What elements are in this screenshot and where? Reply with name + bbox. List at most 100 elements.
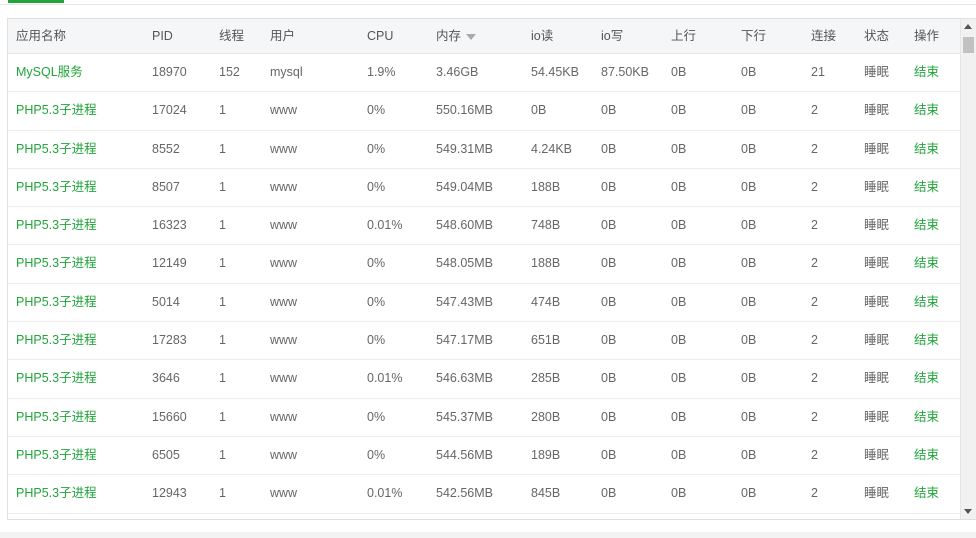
cell-cpu: 0.01% (367, 486, 403, 501)
col-upload[interactable]: 上行 (671, 19, 696, 53)
process-name-link[interactable]: PHP5.3子进程 (16, 322, 97, 359)
cell-cpu: 0% (367, 294, 386, 309)
cell-download: 0B (741, 103, 757, 118)
col-cpu[interactable]: CPU (367, 19, 393, 53)
cell-io-read: 0B (531, 103, 547, 118)
cell-connections: 2 (811, 218, 818, 233)
cell-connections: 2 (811, 333, 818, 348)
cell-io-write: 0B (601, 486, 617, 501)
col-io-write[interactable]: io写 (601, 19, 623, 53)
end-process-button[interactable]: 结束 (914, 169, 939, 206)
col-threads[interactable]: 线程 (219, 19, 244, 53)
col-download[interactable]: 下行 (741, 19, 766, 53)
cell-upload: 0B (671, 409, 687, 424)
cell-download: 0B (741, 294, 757, 309)
cell-pid: 16323 (152, 218, 187, 233)
process-name-link[interactable]: PHP5.3子进程 (16, 475, 97, 512)
end-process-button[interactable]: 结束 (914, 131, 939, 168)
table-row: PHP5.3子进程 17024 1 www 0% 550.16MB 0B 0B … (8, 92, 960, 131)
cell-memory: 546.63MB (436, 371, 493, 386)
cell-memory: 547.17MB (436, 333, 493, 348)
cell-user: mysql (270, 65, 303, 79)
table-row: PHP5.3子进程 15660 1 www 0% 545.37MB 280B 0… (8, 399, 960, 437)
col-connections[interactable]: 连接 (811, 19, 836, 53)
process-name-link[interactable]: PHP5.3子进程 (16, 245, 97, 282)
end-process-button[interactable]: 结束 (914, 399, 939, 436)
col-memory[interactable]: 内存 (436, 19, 477, 53)
cell-user: www (270, 179, 298, 194)
cell-cpu: 0% (367, 141, 386, 156)
end-process-button[interactable]: 结束 (914, 322, 939, 359)
cell-cpu: 0% (367, 409, 386, 424)
cell-upload: 0B (671, 179, 687, 194)
cell-download: 0B (741, 486, 757, 501)
cell-status: 睡眠 (864, 103, 890, 118)
cell-pid: 3646 (152, 371, 180, 386)
cell-pid: 5014 (152, 294, 180, 309)
end-process-button[interactable]: 结束 (914, 475, 939, 512)
scroll-down-icon[interactable] (964, 509, 972, 514)
cell-user: www (270, 294, 298, 309)
process-name-link[interactable]: PHP5.3子进程 (16, 399, 97, 436)
cell-connections: 2 (811, 447, 818, 462)
end-process-button[interactable]: 结束 (914, 92, 939, 129)
cell-cpu: 0.01% (367, 218, 403, 233)
cell-io-write: 0B (601, 447, 617, 462)
cell-pid: 12943 (152, 486, 187, 501)
scroll-up-icon[interactable] (964, 24, 972, 29)
cell-pid: 6505 (152, 447, 180, 462)
cell-pid: 8552 (152, 141, 180, 156)
process-name-link[interactable]: PHP5.3子进程 (16, 169, 97, 206)
cell-threads: 1 (219, 141, 226, 156)
end-process-button[interactable]: 结束 (914, 360, 939, 397)
table-row: PHP5.3子进程 3646 1 www 0.01% 546.63MB 285B… (8, 360, 960, 399)
end-process-button[interactable]: 结束 (914, 437, 939, 474)
cell-upload: 0B (671, 256, 687, 271)
cell-io-read: 189B (531, 447, 561, 462)
table-header: 应用名称 PID 线程 用户 CPU 内存 io读 io写 上行 下行 连接 状… (8, 19, 960, 54)
cell-upload: 0B (671, 218, 687, 233)
vertical-scrollbar[interactable] (960, 19, 976, 519)
cell-pid: 8507 (152, 179, 180, 194)
end-process-button[interactable]: 结束 (914, 54, 939, 91)
cell-connections: 21 (811, 65, 825, 79)
cell-user: www (270, 371, 298, 386)
cell-memory: 549.31MB (436, 141, 493, 156)
process-name-link[interactable]: PHP5.3子进程 (16, 92, 97, 129)
cell-threads: 1 (219, 447, 226, 462)
cell-threads: 1 (219, 218, 226, 233)
cell-threads: 1 (219, 103, 226, 118)
col-user[interactable]: 用户 (270, 19, 295, 53)
end-process-button[interactable]: 结束 (914, 207, 939, 244)
col-action: 操作 (914, 29, 940, 43)
process-name-link[interactable]: PHP5.3子进程 (16, 207, 97, 244)
process-name-link[interactable]: PHP5.3子进程 (16, 131, 97, 168)
cell-connections: 2 (811, 179, 818, 194)
cell-status: 睡眠 (864, 65, 890, 79)
cell-cpu: 0.01% (367, 371, 403, 386)
end-process-button[interactable]: 结束 (914, 245, 939, 282)
cell-status: 睡眠 (864, 294, 890, 309)
col-app-name[interactable]: 应用名称 (16, 19, 66, 53)
end-process-button[interactable]: 结束 (914, 284, 939, 321)
cell-memory: 548.05MB (436, 256, 493, 271)
col-pid[interactable]: PID (152, 19, 173, 53)
scroll-thumb[interactable] (963, 37, 974, 53)
cell-user: www (270, 447, 298, 462)
process-name-link[interactable]: PHP5.3子进程 (16, 360, 97, 397)
cell-upload: 0B (671, 65, 687, 79)
table-row: PHP5.3子进程 16323 1 www 0.01% 548.60MB 748… (8, 207, 960, 246)
process-name-link[interactable]: PHP5.3子进程 (16, 437, 97, 474)
cell-memory: 3.46GB (436, 65, 479, 79)
col-io-read[interactable]: io读 (531, 19, 553, 53)
cell-cpu: 1.9% (367, 65, 396, 79)
cell-memory: 550.16MB (436, 103, 493, 118)
active-tab-indicator[interactable] (8, 0, 64, 3)
cell-io-write: 0B (601, 103, 617, 118)
cell-threads: 1 (219, 179, 226, 194)
cell-connections: 2 (811, 371, 818, 386)
col-status[interactable]: 状态 (864, 19, 889, 53)
cell-threads: 1 (219, 486, 226, 501)
process-name-link[interactable]: PHP5.3子进程 (16, 284, 97, 321)
process-name-link[interactable]: MySQL服务 (16, 54, 83, 91)
